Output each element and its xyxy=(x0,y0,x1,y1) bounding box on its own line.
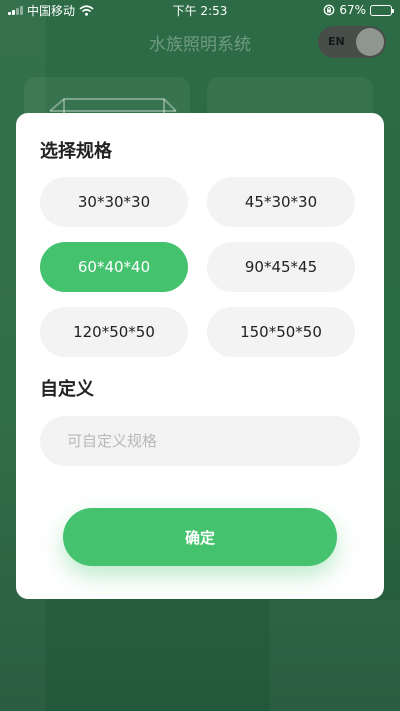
spec-option-150x50x50[interactable]: 150*50*50 xyxy=(207,307,355,357)
toggle-knob xyxy=(356,28,384,56)
background-panel xyxy=(270,600,400,711)
status-bar: 中国移动 下午 2:53 67% xyxy=(0,0,400,20)
carrier-label: 中国移动 xyxy=(27,3,76,18)
spec-option-60x40x40[interactable]: 60*40*40 xyxy=(40,242,188,292)
signal-icon xyxy=(8,5,23,15)
spec-option-30x30x30[interactable]: 30*30*30 xyxy=(40,177,188,227)
language-toggle-label: EN xyxy=(328,35,345,48)
spec-section-title: 选择规格 xyxy=(40,141,112,162)
custom-section-title: 自定义 xyxy=(40,379,94,400)
spec-option-90x45x45[interactable]: 90*45*45 xyxy=(207,242,355,292)
spec-option-45x30x30[interactable]: 45*30*30 xyxy=(207,177,355,227)
custom-spec-input[interactable] xyxy=(40,416,360,466)
confirm-button[interactable]: 确定 xyxy=(63,508,337,566)
wifi-icon xyxy=(79,4,94,16)
spec-option-120x50x50[interactable]: 120*50*50 xyxy=(40,307,188,357)
rotation-lock-icon xyxy=(323,4,335,16)
language-toggle[interactable]: EN xyxy=(318,26,386,58)
battery-percent: 67% xyxy=(339,3,366,17)
spec-selection-modal: 选择规格 30*30*30 45*30*30 60*40*40 90*45*45… xyxy=(16,113,384,599)
battery-icon xyxy=(370,4,394,16)
